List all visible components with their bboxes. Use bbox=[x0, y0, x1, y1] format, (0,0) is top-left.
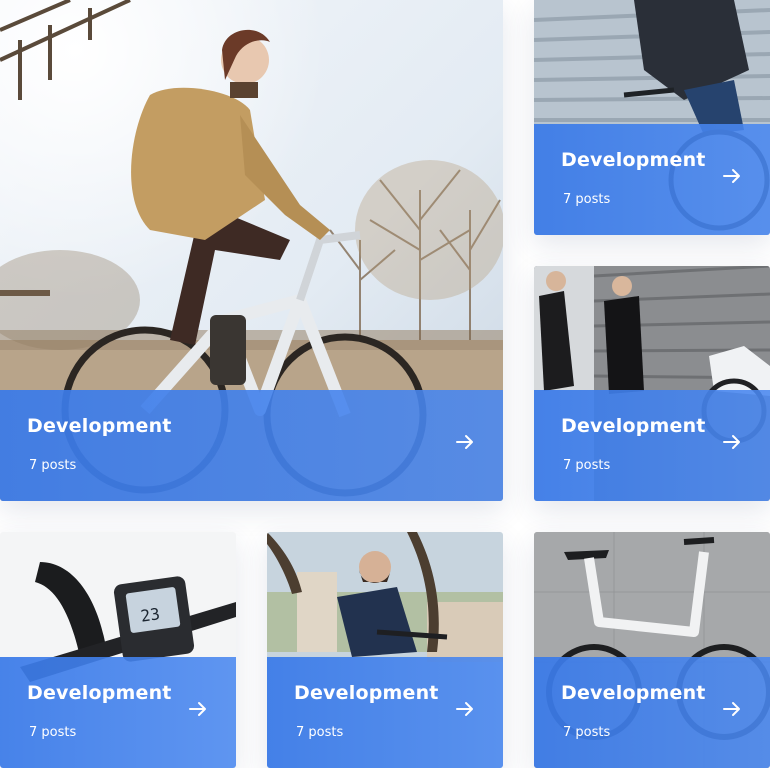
category-card-2[interactable]: Development 7 posts bbox=[534, 0, 770, 235]
category-title: Development bbox=[27, 415, 172, 437]
category-title: Development bbox=[27, 682, 172, 704]
arrow-right-icon[interactable] bbox=[722, 699, 742, 719]
category-post-count: 7 posts bbox=[563, 458, 611, 473]
arrow-right-icon[interactable] bbox=[455, 699, 475, 719]
category-overlay[interactable]: Development 7 posts bbox=[0, 657, 236, 768]
arrow-right-icon[interactable] bbox=[455, 432, 475, 452]
category-post-count: 7 posts bbox=[29, 725, 77, 740]
category-post-count: 7 posts bbox=[563, 725, 611, 740]
category-title: Development bbox=[561, 682, 706, 704]
svg-text:23: 23 bbox=[139, 604, 161, 625]
arrow-right-icon[interactable] bbox=[188, 699, 208, 719]
category-overlay[interactable]: Development 7 posts bbox=[534, 390, 770, 501]
category-card-5[interactable]: Development 7 posts bbox=[267, 532, 503, 768]
category-title: Development bbox=[561, 415, 706, 437]
category-overlay[interactable]: Development 7 posts bbox=[0, 390, 503, 501]
category-overlay[interactable]: Development 7 posts bbox=[534, 124, 770, 235]
category-card-3[interactable]: Development 7 posts bbox=[534, 266, 770, 501]
category-card-6[interactable]: Development 7 posts bbox=[534, 532, 770, 768]
category-overlay[interactable]: Development 7 posts bbox=[534, 657, 770, 768]
category-card-4[interactable]: 23 Development 7 posts bbox=[0, 532, 236, 768]
category-title: Development bbox=[294, 682, 439, 704]
category-post-count: 7 posts bbox=[296, 725, 344, 740]
category-post-count: 7 posts bbox=[29, 458, 77, 473]
category-card-1[interactable]: Development 7 posts bbox=[0, 0, 503, 501]
category-overlay[interactable]: Development 7 posts bbox=[267, 657, 503, 768]
category-post-count: 7 posts bbox=[563, 192, 611, 207]
category-title: Development bbox=[561, 149, 706, 171]
arrow-right-icon[interactable] bbox=[722, 432, 742, 452]
arrow-right-icon[interactable] bbox=[722, 166, 742, 186]
category-grid: Development 7 posts Development 7 posts … bbox=[0, 0, 770, 768]
